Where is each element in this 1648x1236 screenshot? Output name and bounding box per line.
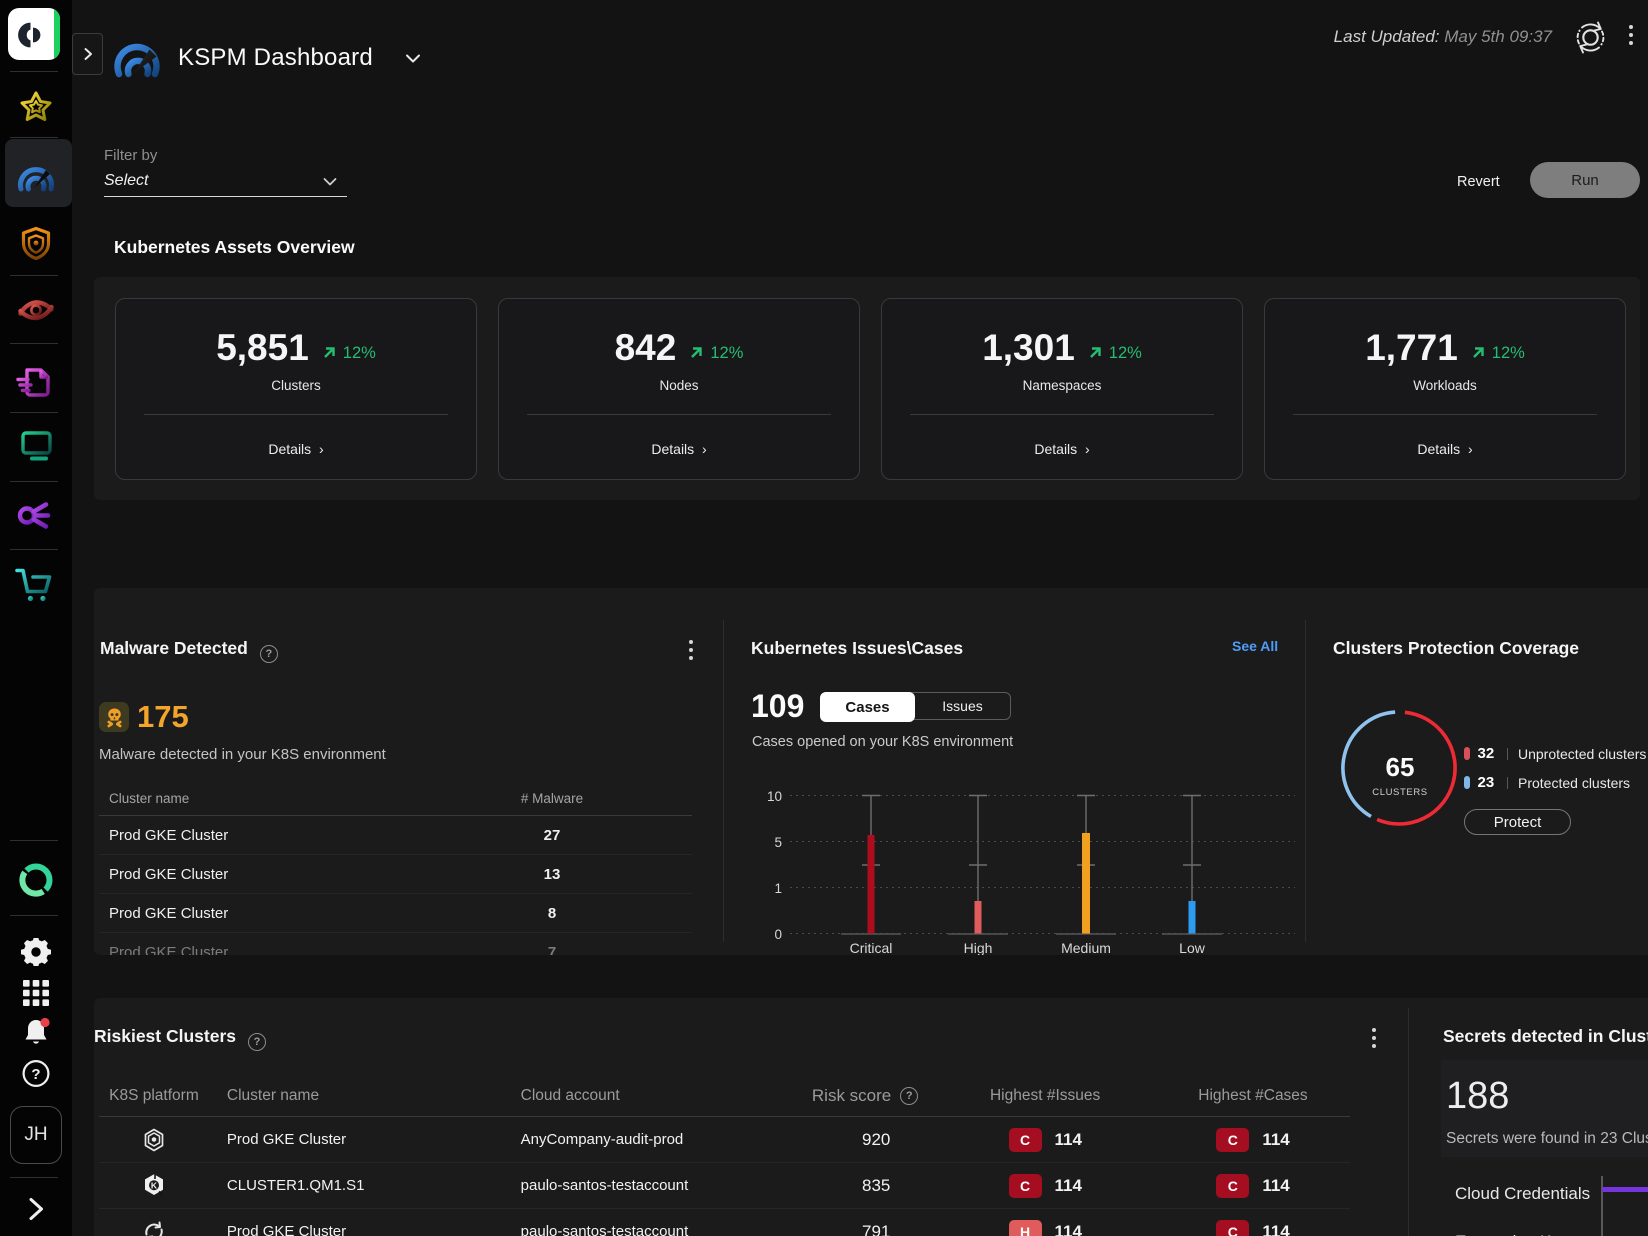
svg-text:Low: Low xyxy=(1179,940,1206,955)
svg-text:CLUSTERS: CLUSTERS xyxy=(1372,787,1427,798)
svg-text:Critical: Critical xyxy=(850,940,893,955)
svg-text:Medium: Medium xyxy=(1061,940,1111,955)
svg-text:?: ? xyxy=(31,1066,40,1083)
svg-text:10: 10 xyxy=(767,789,782,804)
svg-text:5: 5 xyxy=(774,835,782,850)
svg-text:65: 65 xyxy=(1386,752,1415,782)
svg-text:0: 0 xyxy=(774,927,782,942)
svg-text:High: High xyxy=(964,940,993,955)
svg-text:1: 1 xyxy=(774,881,782,896)
svg-text:K: K xyxy=(151,1181,158,1191)
